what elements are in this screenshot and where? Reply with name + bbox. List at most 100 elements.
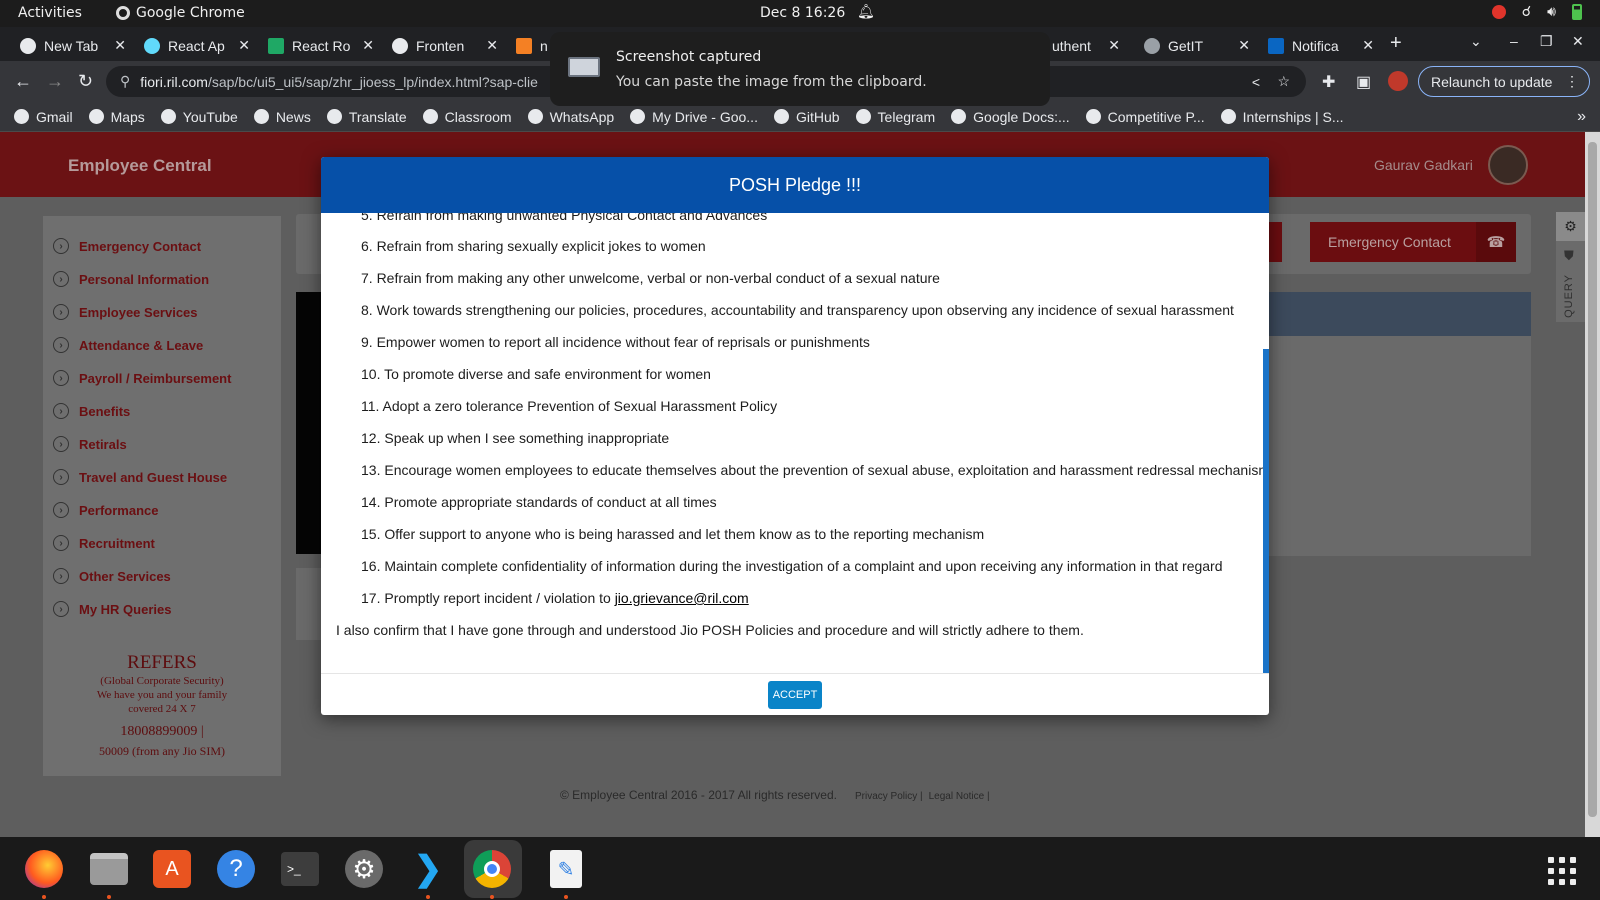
firefox-icon[interactable] [22,847,66,891]
bookmark-star-icon[interactable]: ☆ [1277,73,1290,90]
vscode-icon[interactable]: ❯ [406,847,450,891]
relaunch-label: Relaunch to update [1431,73,1553,90]
profile-avatar[interactable] [1388,71,1408,91]
tab-react-app[interactable]: React Ap ✕ [136,31,254,61]
tab-authentication[interactable]: uthent ✕ [1044,31,1124,61]
app-menu[interactable]: Google Chrome [116,5,245,21]
bookmark-label: Maps [110,108,145,125]
chevron-right-icon: › [53,502,69,518]
sidebar-item-recruitment[interactable]: › Recruitment [53,535,155,551]
bookmark-internships[interactable]: Internships | S... [1220,109,1344,125]
sidebar-item-label: Attendance & Leave [79,337,204,353]
bookmark-competitive[interactable]: Competitive P... [1085,109,1205,125]
accept-button[interactable]: ACCEPT [768,681,822,709]
legal-notice-link[interactable]: Legal Notice | [929,791,990,802]
user-name[interactable]: Gaurav Gadkari [1374,157,1473,173]
maximize-button[interactable]: ❐ [1540,33,1553,50]
close-icon[interactable]: ✕ [362,37,374,54]
sidebar-item-my-hr-queries[interactable]: › My HR Queries [53,601,171,617]
globe-icon [1220,109,1236,124]
bookmark-whatsapp[interactable]: WhatsApp [527,109,614,125]
side-tools: ⚙ ⛊ QUERY [1556,212,1585,322]
sidebar-item-emergency-contact[interactable]: › Emergency Contact [53,238,201,254]
screenshot-notification[interactable]: Screenshot captured You can paste the im… [550,32,1050,106]
clock[interactable]: Dec 8 16:26 [760,5,845,21]
tab-search-icon[interactable]: ⌄ [1470,33,1482,50]
scrollbar-thumb[interactable] [1588,142,1597,817]
activities-button[interactable]: Activities [18,5,82,21]
bookmark-youtube[interactable]: YouTube [160,109,238,125]
sidebar-item-retirals[interactable]: › Retirals [53,436,127,452]
bookmark-gmail[interactable]: Gmail [14,109,73,125]
chevron-right-icon: › [53,601,69,617]
bookmark-my-drive[interactable]: My Drive - Goo... [630,109,758,125]
sidebar-item-personal-information[interactable]: › Personal Information [53,271,209,287]
show-apps-icon[interactable] [1548,857,1576,885]
dialog-scrollbar-thumb[interactable] [1263,349,1269,673]
tab-notifications[interactable]: Notifica ✕ [1260,31,1378,61]
files-icon[interactable] [87,847,131,891]
avatar[interactable] [1488,145,1528,185]
chrome-icon[interactable] [470,847,514,891]
bookmark-translate[interactable]: Translate [326,109,407,125]
new-tab-button[interactable]: + [1390,32,1402,55]
emergency-contact-button[interactable]: Emergency Contact [1310,222,1476,262]
sidebar-item-travel[interactable]: › Travel and Guest House [53,469,227,485]
close-icon[interactable]: ✕ [238,37,250,54]
tab-stackoverflow[interactable]: n [508,31,548,61]
pledge-item-text: 17. Promptly report incident / violation… [361,590,615,606]
bookmark-google-docs[interactable]: Google Docs:... [951,109,1070,125]
site-info-icon[interactable]: ⚲ [120,73,130,90]
terminal-icon[interactable]: >_ [278,847,322,891]
sidebar-item-attendance-leave[interactable]: › Attendance & Leave [53,337,203,353]
software-center-icon[interactable]: A [150,847,194,891]
tab-getit[interactable]: GetIT ✕ [1136,31,1254,61]
bookmark-news[interactable]: News [253,109,311,125]
side-panel-icon[interactable]: ▣ [1356,72,1371,92]
grievance-email-link[interactable]: jio.grievance@ril.com [615,590,749,606]
gear-icon[interactable]: ⚙ [1556,212,1585,241]
bookmark-github[interactable]: GitHub [773,109,840,125]
reload-icon[interactable]: ↻ [78,71,93,92]
extensions-icon[interactable]: ✚ [1322,72,1335,92]
tab-frontend[interactable]: Fronten ✕ [384,31,502,61]
chevron-right-icon: › [53,304,69,320]
privacy-policy-link[interactable]: Privacy Policy | [855,791,923,802]
sidebar-item-benefits[interactable]: › Benefits [53,403,130,419]
dialog-body[interactable]: 5. Refrain from making unwanted Physical… [321,213,1269,673]
close-icon[interactable]: ✕ [1238,37,1250,54]
sidebar-item-employee-services[interactable]: › Employee Services [53,304,198,320]
relaunch-button[interactable]: Relaunch to update ⋮ [1418,66,1590,97]
bookmark-maps[interactable]: Maps [88,108,145,125]
sidebar-item-performance[interactable]: › Performance [53,502,158,518]
sidebar-item-payroll[interactable]: › Payroll / Reimbursement [53,370,231,386]
more-menu-icon[interactable]: ⋮ [1565,73,1579,90]
forward-icon[interactable]: → [46,71,64,92]
close-icon[interactable]: ✕ [114,37,126,54]
more-bookmarks-icon[interactable]: » [1577,108,1586,126]
pledge-item: 16. Maintain complete confidentiality of… [361,558,1223,574]
help-icon[interactable]: ? [214,847,258,891]
minimize-button[interactable]: ‒ [1510,33,1518,49]
back-icon[interactable]: ← [14,71,32,92]
dialog-scrollbar[interactable] [1263,213,1269,673]
close-icon[interactable]: ✕ [1108,37,1120,54]
page-scrollbar[interactable] [1585,132,1600,837]
close-icon[interactable]: ✕ [1362,37,1374,54]
query-tab[interactable]: QUERY [1563,274,1575,318]
close-window-button[interactable]: ✕ [1572,33,1584,50]
bookmark-telegram[interactable]: Telegram [855,109,935,125]
share-icon[interactable]: < [1252,74,1260,90]
close-icon[interactable]: ✕ [486,37,498,54]
tab-react-router[interactable]: React Ro ✕ [260,31,378,61]
text-editor-icon[interactable]: ✎ [544,847,588,891]
bookmark-label: Google Docs:... [973,108,1070,125]
tab-new-tab[interactable]: New Tab ✕ [12,31,130,61]
system-tray[interactable]: ☌ 🔊︎ [1491,4,1582,20]
settings-icon[interactable]: ⚙ [342,847,386,891]
sidebar-item-label: Employee Services [79,304,198,320]
phone-icon[interactable]: ☎ [1476,222,1516,262]
sidebar-item-other-services[interactable]: › Other Services [53,568,171,584]
app-brand[interactable]: Employee Central [68,156,212,176]
bookmark-classroom[interactable]: Classroom [422,109,512,125]
